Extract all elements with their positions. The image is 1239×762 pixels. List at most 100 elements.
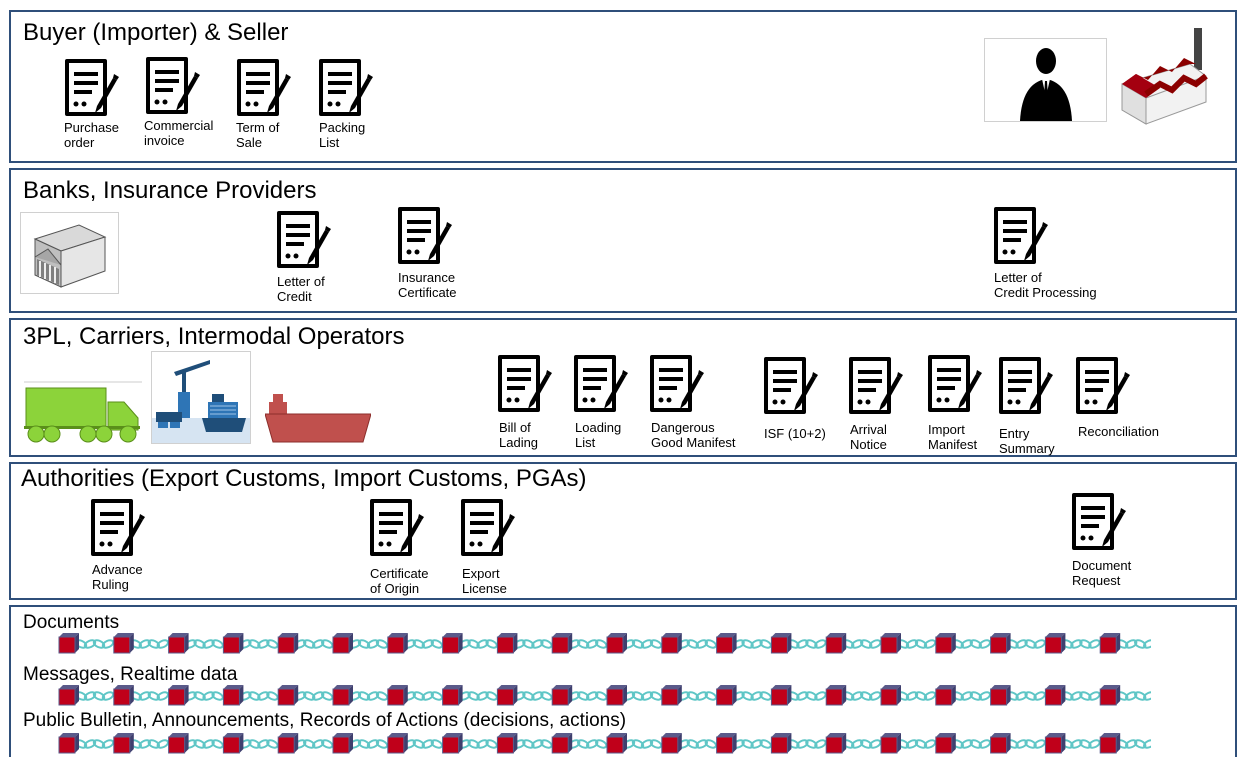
- blockchain-block-icon: [716, 633, 737, 654]
- blockchain-block-icon: [770, 685, 792, 706]
- document-icon: [277, 210, 337, 272]
- blockchain-block-icon: [58, 685, 79, 706]
- blockchain-block-icon: [168, 685, 189, 706]
- bank-building-icon: [20, 212, 119, 294]
- chain-link: [403, 639, 443, 649]
- chain-link: [294, 691, 334, 701]
- doc-label-reconciliation: Reconciliation: [1078, 424, 1159, 439]
- chain-link: [294, 639, 334, 649]
- chain-link: [568, 739, 608, 749]
- chain-link: [513, 739, 553, 749]
- chain-link: [951, 639, 991, 649]
- document-icon: [498, 354, 558, 416]
- blockchain-block-icon: [716, 685, 737, 706]
- businessman-icon: [984, 38, 1107, 122]
- blockchain-block-icon: [387, 633, 408, 654]
- document-icon: [65, 58, 125, 120]
- blockchain-block-icon: [661, 633, 682, 654]
- blockchain-block-icon: [606, 733, 627, 754]
- blockchain-block-icon: [1044, 633, 1066, 654]
- blockchain-block-icon: [935, 733, 956, 754]
- chain-link: [184, 639, 224, 649]
- doc-label-dangerous-good-manifest: Dangerous Good Manifest: [651, 420, 736, 450]
- document-icon: [994, 206, 1054, 268]
- chain-link: [787, 739, 827, 749]
- chain-link: [1061, 739, 1101, 749]
- doc-label-bill-of-lading: Bill of Lading: [499, 420, 539, 450]
- blockchain-block-icon: [222, 733, 244, 754]
- doc-label-loading-list: Loading List: [575, 420, 622, 450]
- blockchain-block-icon: [113, 685, 134, 706]
- blockchain-block-icon: [222, 633, 244, 654]
- row-label-documents: Documents: [23, 612, 120, 633]
- chain-link: [568, 639, 608, 649]
- doc-label-document-request: Document Request: [1072, 558, 1132, 588]
- blockchain-row-documents: [51, 631, 1156, 657]
- section-blockchain: Documents Messages, Realtime data Public…: [9, 605, 1237, 757]
- blockchain-block-icon: [551, 685, 573, 706]
- document-icon: [849, 356, 909, 418]
- blockchain-block-icon: [496, 633, 518, 654]
- section-buyer-seller: Buyer (Importer) & Seller Purchase order…: [9, 10, 1237, 163]
- section-title: Banks, Insurance Providers: [23, 177, 317, 204]
- chain-link: [239, 639, 279, 649]
- chain-link: [622, 639, 663, 649]
- chain-link: [896, 691, 937, 701]
- blockchain-chain: [58, 685, 1156, 706]
- chain-link: [1061, 691, 1101, 701]
- blockchain-block-icon: [113, 633, 134, 654]
- document-icon: [764, 356, 824, 418]
- document-icon: [650, 354, 710, 416]
- chain-link: [129, 691, 169, 701]
- chain-link: [732, 691, 772, 701]
- doc-label-export-license: Export License: [462, 566, 507, 596]
- chain-link: [1061, 639, 1101, 649]
- chain-link: [513, 691, 553, 701]
- chain-link: [677, 691, 717, 701]
- chain-link: [1006, 691, 1046, 701]
- section-banks-insurance: Banks, Insurance Providers Letter of Cre…: [9, 168, 1237, 313]
- chain-link: [842, 691, 882, 701]
- blockchain-block-icon: [277, 633, 299, 654]
- chain-link: [403, 691, 443, 701]
- chain-link: [787, 691, 827, 701]
- chain-link: [622, 739, 663, 749]
- chain-link: [1116, 639, 1156, 649]
- chain-link: [458, 691, 498, 701]
- blockchain-block-icon: [551, 633, 573, 654]
- blockchain-block-icon: [606, 633, 627, 654]
- chain-link: [896, 639, 937, 649]
- blockchain-block-icon: [332, 685, 353, 706]
- factory-icon: [1116, 20, 1211, 125]
- document-icon: [574, 354, 634, 416]
- blockchain-block-icon: [880, 685, 901, 706]
- document-icon: [237, 58, 297, 120]
- chain-link: [842, 639, 882, 649]
- chain-link: [348, 639, 389, 649]
- section-authorities: Authorities (Export Customs, Import Cust…: [9, 462, 1237, 600]
- doc-label-term-of-sale: Term of Sale: [236, 120, 280, 150]
- cargo-ship-icon: [264, 392, 372, 444]
- blockchain-block-icon: [990, 685, 1011, 706]
- document-icon: [370, 498, 430, 560]
- blockchain-block-icon: [1099, 733, 1121, 754]
- blockchain-block-icon: [58, 733, 79, 754]
- blockchain-block-icon: [661, 733, 682, 754]
- document-icon: [1072, 492, 1132, 554]
- document-icon: [91, 498, 151, 560]
- blockchain-block-icon: [277, 733, 299, 754]
- chain-link: [951, 691, 991, 701]
- document-icon: [398, 206, 458, 268]
- chain-link: [458, 639, 498, 649]
- blockchain-block-icon: [880, 633, 901, 654]
- chain-link: [348, 739, 389, 749]
- section-title: Buyer (Importer) & Seller: [23, 19, 289, 46]
- chain-link: [1006, 639, 1046, 649]
- doc-label-purchase-order: Purchase order: [64, 120, 119, 150]
- chain-link: [568, 691, 608, 701]
- document-icon: [146, 56, 206, 118]
- chain-link: [1116, 691, 1156, 701]
- chain-link: [513, 639, 553, 649]
- doc-label-certificate-of-origin: Certificate of Origin: [370, 566, 429, 596]
- chain-link: [239, 739, 279, 749]
